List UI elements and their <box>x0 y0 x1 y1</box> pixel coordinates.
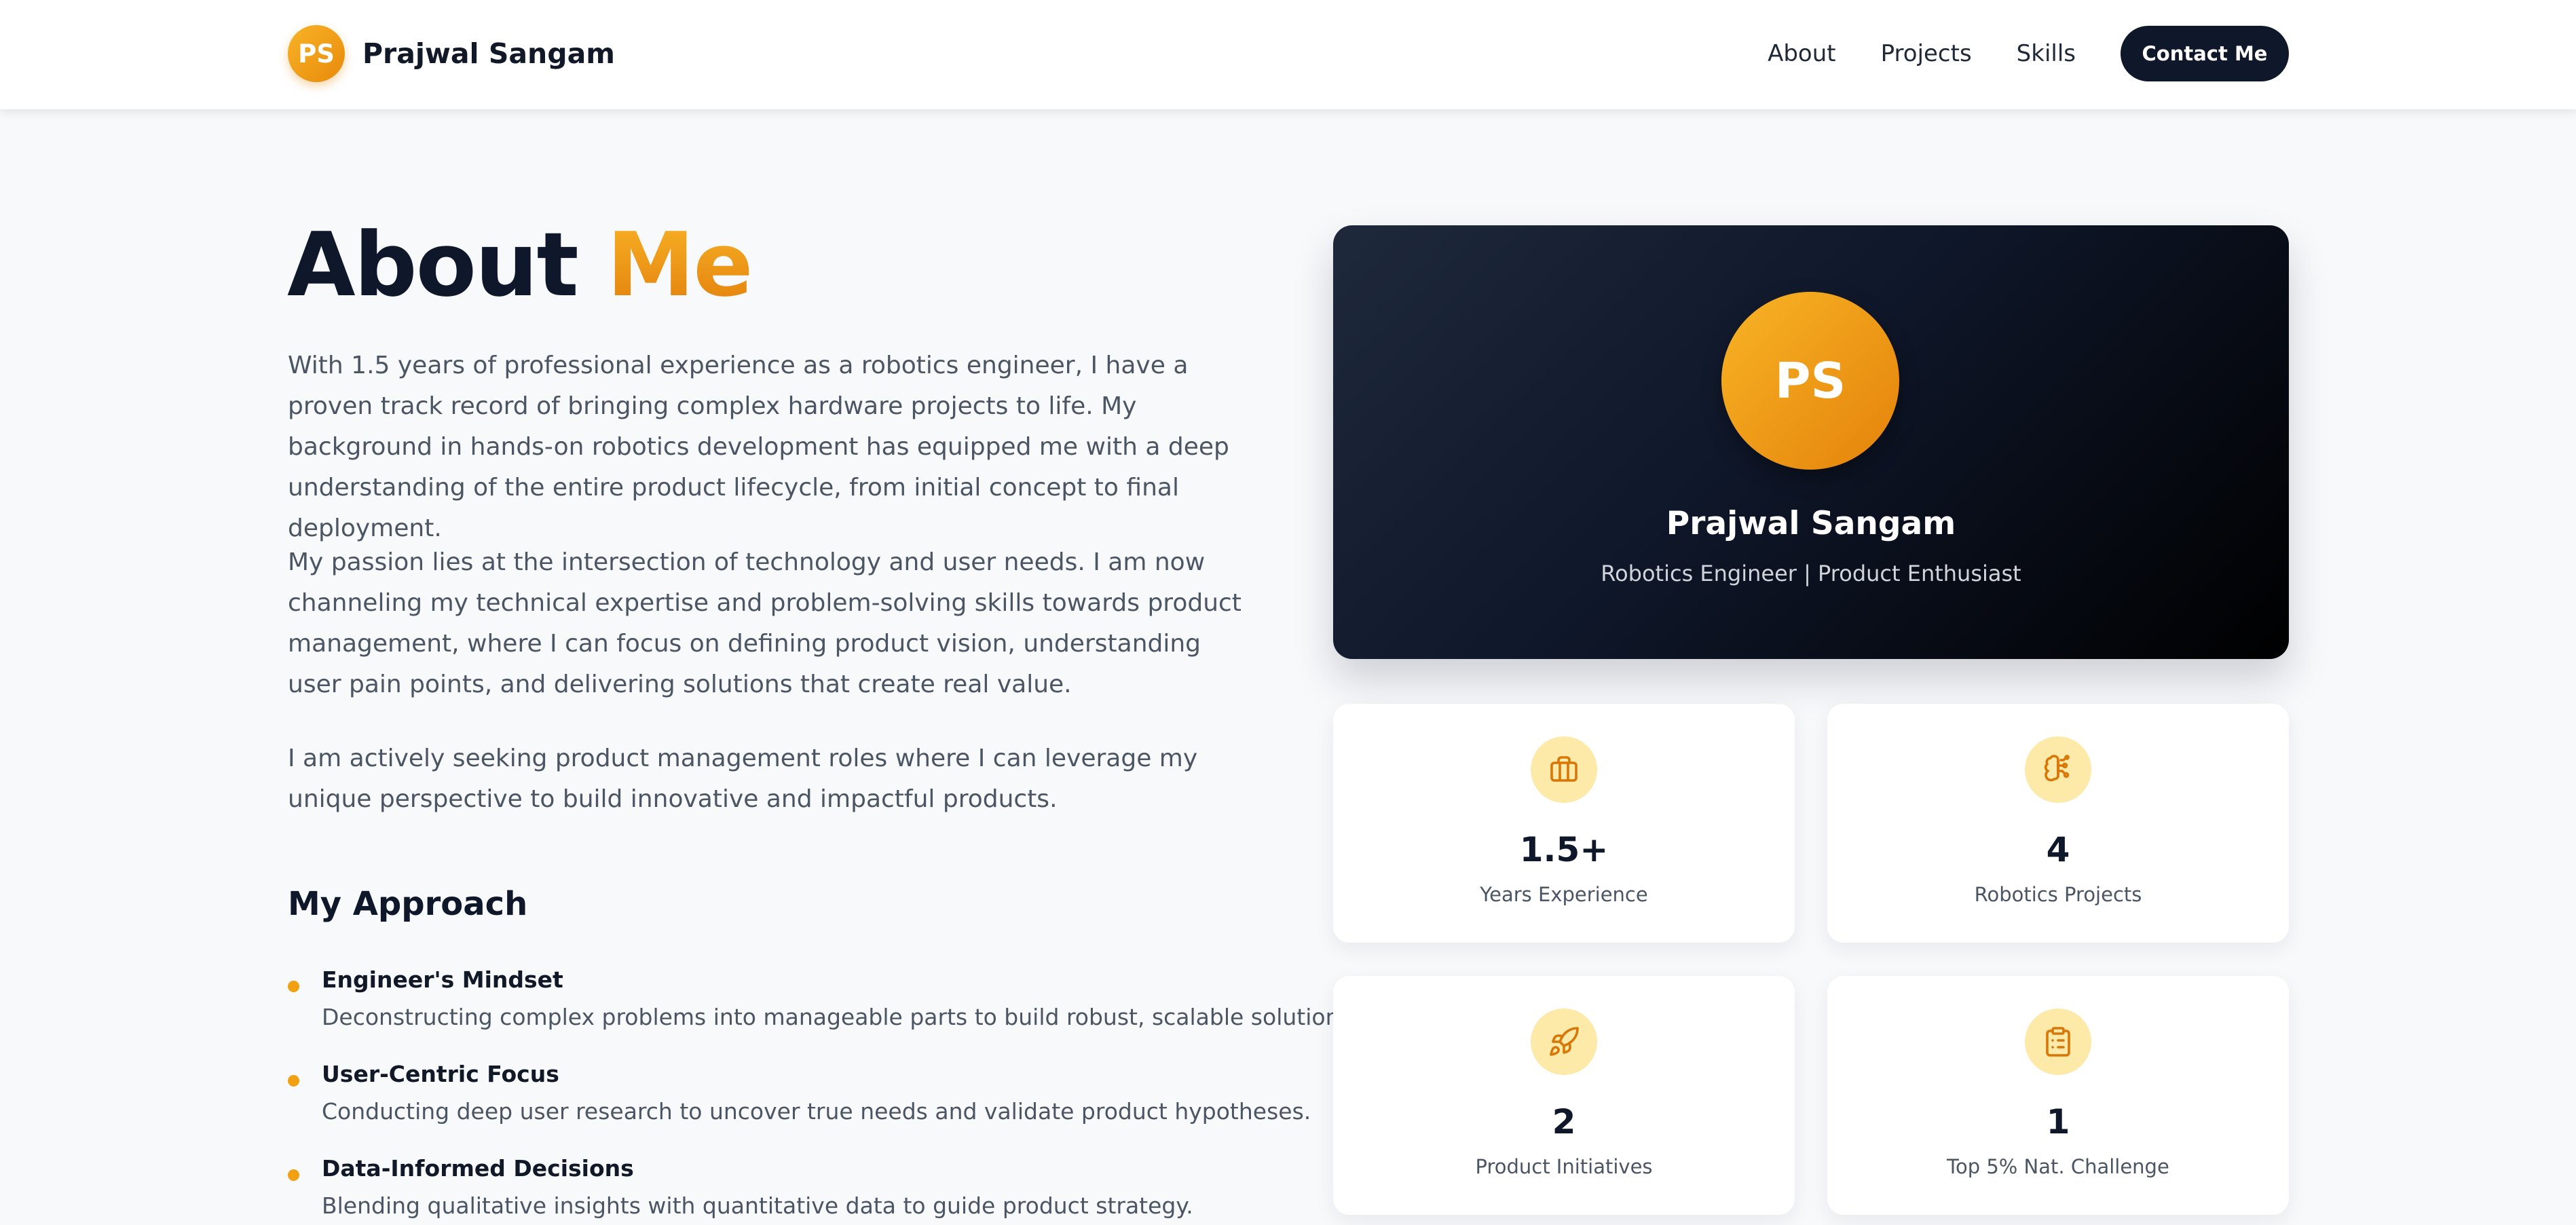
profile-role: Robotics Engineer | Product Enthusiast <box>1601 561 2021 586</box>
brand-logo[interactable]: PS <box>288 25 345 82</box>
nav-link-skills[interactable]: Skills <box>2017 40 2076 67</box>
bio-paragraph: My passion lies at the intersection of t… <box>288 548 1242 698</box>
stat-label: Top 5% Nat. Challenge <box>1947 1155 2169 1178</box>
approach-item-description: Deconstructing complex problems into man… <box>322 1004 1359 1030</box>
stat-card-years-experience: 1.5+ Years Experience <box>1333 704 1795 943</box>
stat-label: Product Initiatives <box>1475 1155 1653 1178</box>
stat-value: 1.5+ <box>1519 830 1609 869</box>
stat-card-robotics-projects: 4 Robotics Projects <box>1827 704 2289 943</box>
stat-value: 1 <box>2046 1102 2070 1142</box>
brand-name[interactable]: Prajwal Sangam <box>362 37 615 70</box>
nav-link-about[interactable]: About <box>1768 40 1836 67</box>
bio-paragraph: I am actively seeking product management… <box>288 745 1198 813</box>
briefcase-icon <box>1531 736 1597 803</box>
about-title: About Me <box>287 213 753 316</box>
brand[interactable]: PS Prajwal Sangam <box>288 25 615 82</box>
profile-avatar: PS <box>1721 292 1899 470</box>
clipboard-list-icon <box>2025 1009 2091 1075</box>
nav-link-projects[interactable]: Projects <box>1881 40 1972 67</box>
bio-paragraph: With 1.5 years of professional experienc… <box>288 352 1229 542</box>
stat-value: 4 <box>2046 830 2070 869</box>
brain-circuit-icon <box>2025 736 2091 803</box>
approach-item-title: Engineer's Mindset <box>322 966 563 993</box>
profile-card: PS Prajwal Sangam Robotics Engineer | Pr… <box>1333 225 2289 659</box>
stat-value: 2 <box>1552 1102 1576 1142</box>
profile-name: Prajwal Sangam <box>1666 505 1956 542</box>
about-title-accent: Me <box>606 213 753 316</box>
stat-label: Years Experience <box>1480 883 1648 906</box>
bullet-dot-icon <box>288 981 299 992</box>
stat-card-product-initiatives: 2 Product Initiatives <box>1333 976 1795 1215</box>
approach-item-title: Data-Informed Decisions <box>322 1155 634 1182</box>
rocket-icon <box>1531 1009 1597 1075</box>
top-navbar: PS Prajwal Sangam About Projects Skills … <box>0 0 2576 109</box>
stat-label: Robotics Projects <box>1974 883 2142 906</box>
stat-card-national-challenge: 1 Top 5% Nat. Challenge <box>1827 976 2289 1215</box>
bullet-dot-icon <box>288 1075 299 1087</box>
approach-item-title: User-Centric Focus <box>322 1061 559 1087</box>
contact-me-button[interactable]: Contact Me <box>2121 26 2289 81</box>
approach-heading: My Approach <box>288 885 528 923</box>
about-title-main: About <box>287 213 579 316</box>
approach-item-description: Conducting deep user research to uncover… <box>322 1098 1311 1125</box>
approach-item-description: Blending qualitative insights with quant… <box>322 1192 1193 1219</box>
bullet-dot-icon <box>288 1169 299 1181</box>
nav-links: About Projects Skills Contact Me <box>1768 26 2289 81</box>
